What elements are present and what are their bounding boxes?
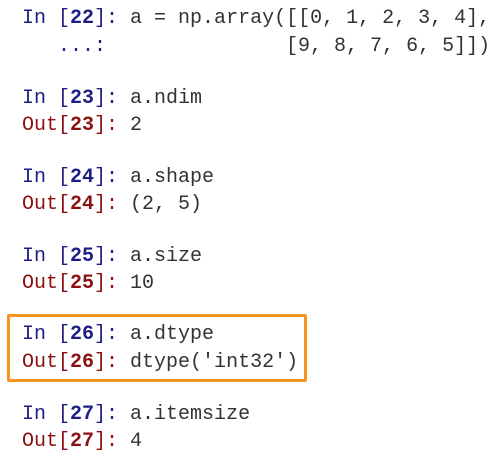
input-code: a.size xyxy=(130,245,203,268)
output-value: dtype('int32') xyxy=(130,351,299,374)
cell-number: 24 xyxy=(70,193,95,216)
out-prompt: Out[27]: xyxy=(22,430,131,453)
ipython-console: In [22]: a = np.array([[0, 1, 2, 3, 4], … xyxy=(0,0,503,463)
input-code: a.shape xyxy=(130,166,215,189)
input-line: In [22]: a = np.array([[0, 1, 2, 3, 4], xyxy=(22,5,490,32)
cell-number: 26 xyxy=(70,351,95,374)
in-prompt: In [24]: xyxy=(22,166,131,189)
input-line: In [25]: a.size xyxy=(22,243,202,270)
out-prompt: Out[24]: xyxy=(22,193,131,216)
cell-number: 27 xyxy=(70,403,95,426)
output-value: 10 xyxy=(130,272,155,295)
continuation-prompt: ...: xyxy=(22,35,119,58)
in-prompt: In [27]: xyxy=(22,403,131,426)
input-line: In [27]: a.itemsize xyxy=(22,401,250,428)
out-prompt: Out[23]: xyxy=(22,114,131,137)
output-line: Out[24]: (2, 5) xyxy=(22,191,202,218)
cell-number: 26 xyxy=(70,323,95,346)
output-line: Out[26]: dtype('int32') xyxy=(22,349,298,376)
cell-number: 23 xyxy=(70,114,95,137)
in-prompt: In [26]: xyxy=(22,323,131,346)
input-line: In [23]: a.ndim xyxy=(22,85,202,112)
input-line: In [26]: a.dtype xyxy=(22,321,214,348)
input-code: a = np.array([[0, 1, 2, 3, 4], xyxy=(130,7,491,30)
cell-number: 25 xyxy=(70,245,95,268)
in-prompt: In [22]: xyxy=(22,7,131,30)
output-line: Out[25]: 10 xyxy=(22,270,154,297)
cell-number: 25 xyxy=(70,272,95,295)
in-prompt: In [25]: xyxy=(22,245,131,268)
output-value: 4 xyxy=(130,430,143,453)
cell-number: 23 xyxy=(70,87,95,110)
cell-number: 22 xyxy=(70,7,95,30)
output-value: 2 xyxy=(130,114,143,137)
out-prompt: Out[26]: xyxy=(22,351,131,374)
input-code: [9, 8, 7, 6, 5]]) xyxy=(118,35,491,58)
cell-number: 27 xyxy=(70,430,95,453)
input-code: a.itemsize xyxy=(130,403,251,426)
output-value: (2, 5) xyxy=(130,193,203,216)
in-prompt: In [23]: xyxy=(22,87,131,110)
out-prompt: Out[25]: xyxy=(22,272,131,295)
input-code: a.dtype xyxy=(130,323,215,346)
input-line: In [24]: a.shape xyxy=(22,164,214,191)
output-line: Out[23]: 2 xyxy=(22,112,142,139)
cell-number: 24 xyxy=(70,166,95,189)
continuation-line: ...: [9, 8, 7, 6, 5]]) xyxy=(22,33,490,60)
output-line: Out[27]: 4 xyxy=(22,428,142,455)
input-code: a.ndim xyxy=(130,87,203,110)
